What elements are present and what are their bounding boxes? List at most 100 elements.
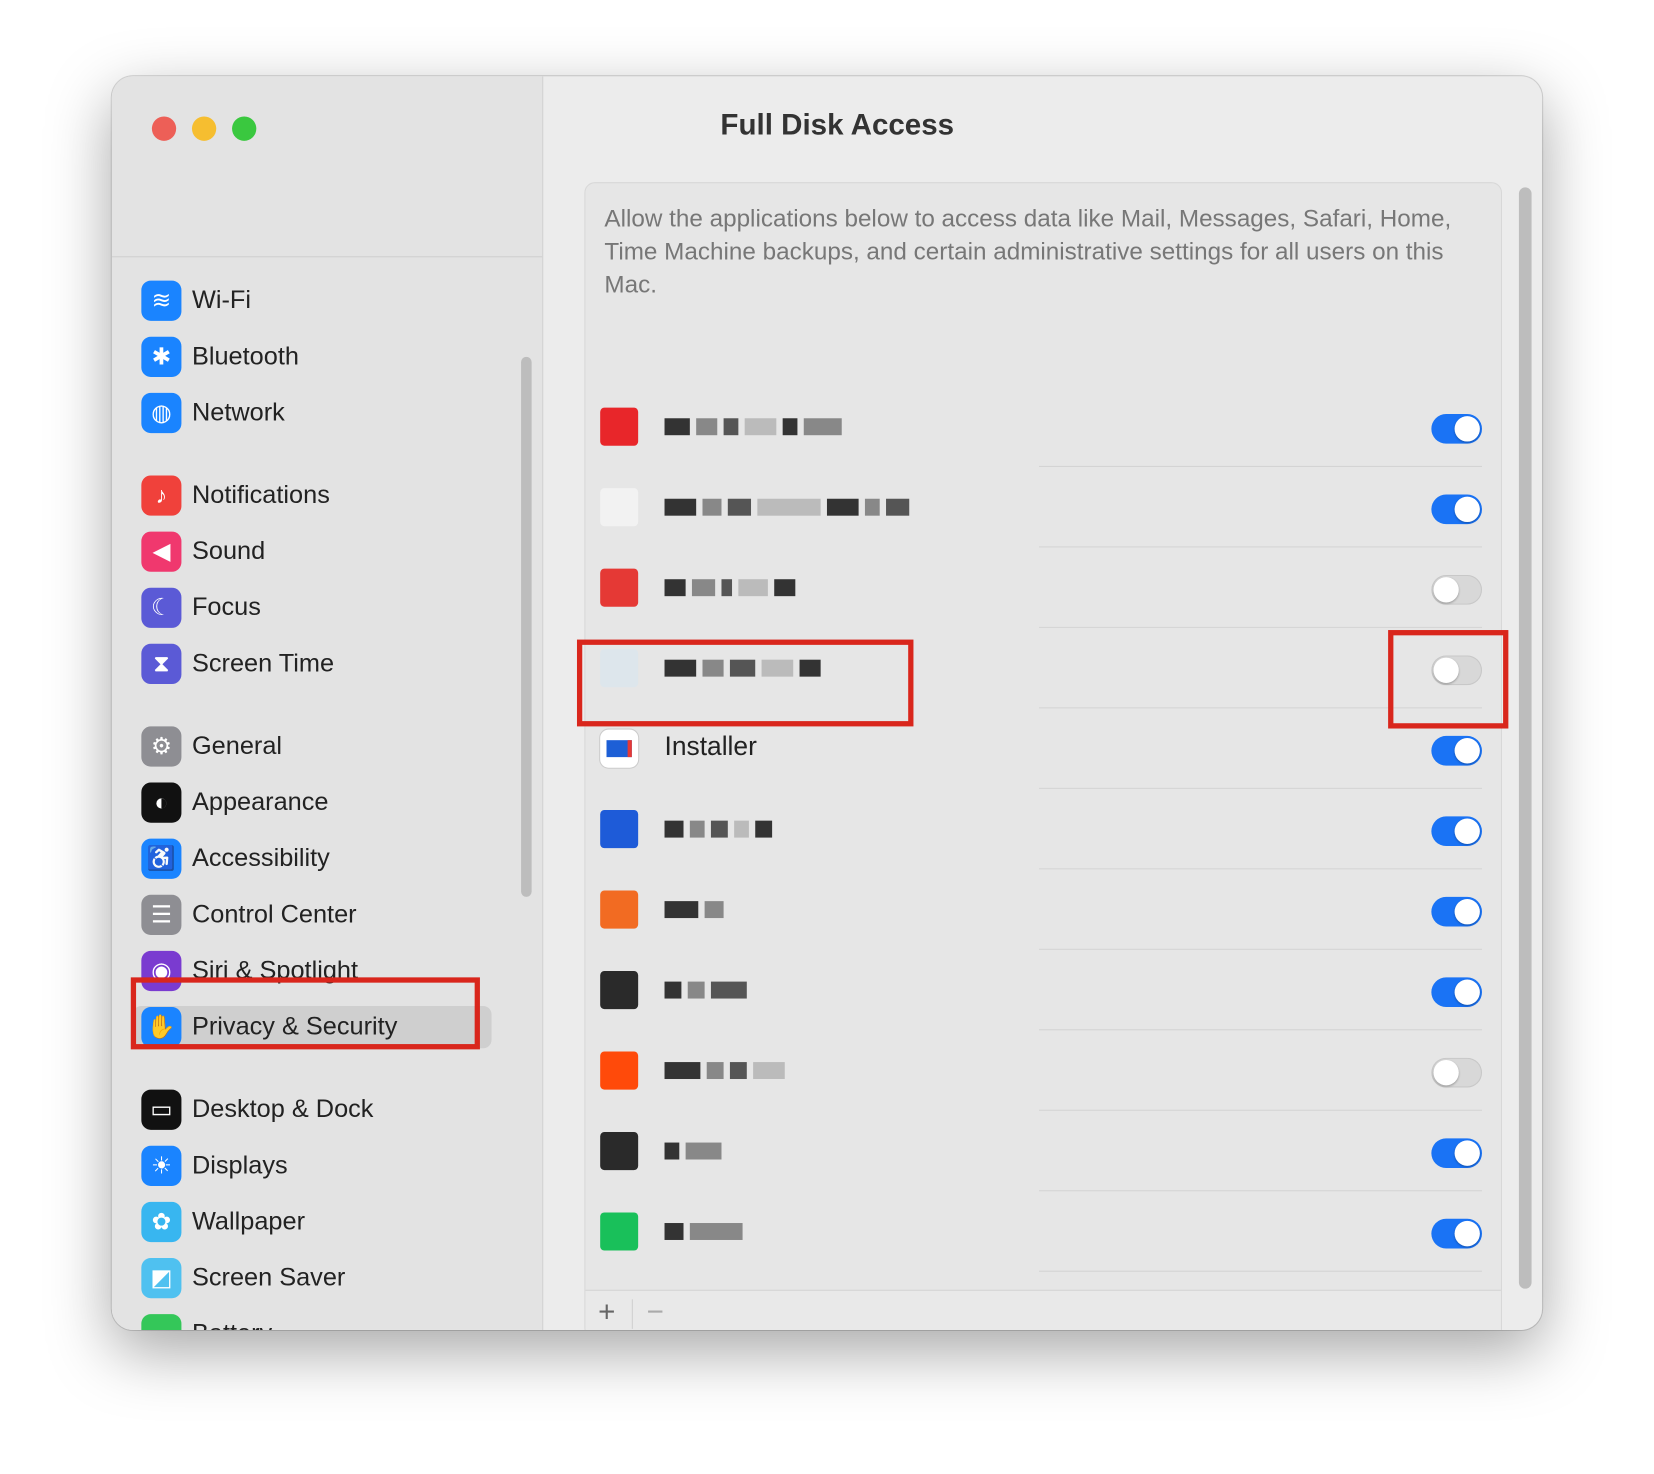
app-icon — [600, 407, 639, 446]
app-row — [585, 1191, 1501, 1272]
toggle-knob — [1454, 899, 1480, 925]
traffic-lights — [151, 116, 257, 141]
full-disk-access-list: Allow the applications below to access d… — [584, 182, 1503, 1330]
bluetooth-icon: ✱ — [141, 336, 182, 377]
sidebar-item-wallpaper[interactable]: ✿ Wallpaper — [141, 1201, 305, 1243]
toggle-knob — [1454, 818, 1480, 844]
sidebar-item-label: Network — [191, 398, 285, 427]
close-button[interactable] — [151, 116, 177, 141]
blurred-app-name — [664, 1062, 785, 1080]
app-row — [585, 789, 1501, 870]
wifi-icon: ≋ — [141, 280, 182, 321]
sidebar-item-label: Screen Saver — [191, 1263, 346, 1292]
sidebar-item-control-center[interactable]: ☰ Control Center — [141, 894, 357, 936]
sidebar: ≋ Wi-Fi ✱ Bluetooth ◍ Network ♪ Notifications ◀ S… — [111, 76, 544, 1330]
list-footer: + − — [585, 1289, 1501, 1330]
app-icon — [600, 1051, 639, 1090]
zoom-button[interactable] — [232, 116, 257, 141]
access-toggle[interactable] — [1431, 1138, 1482, 1168]
toggle-knob — [1454, 1140, 1480, 1166]
blurred-app-name — [664, 579, 796, 597]
blurred-app-name — [664, 498, 910, 516]
toggle-knob — [1454, 496, 1480, 523]
access-toggle[interactable] — [1431, 414, 1482, 444]
app-icon — [600, 488, 639, 527]
moon-icon: ☾ — [141, 587, 182, 628]
sidebar-item-label: Displays — [191, 1151, 288, 1180]
bell-icon: ♪ — [141, 475, 182, 516]
sidebar-item-bluetooth[interactable]: ✱ Bluetooth — [141, 336, 299, 378]
blurred-app-name — [664, 418, 842, 436]
access-toggle[interactable] — [1431, 494, 1482, 525]
blurred-app-name — [664, 820, 773, 838]
sidebar-item-wi-fi[interactable]: ≋ Wi-Fi — [141, 280, 251, 322]
globe-icon: ◍ — [141, 392, 182, 434]
blurred-app-name — [664, 981, 747, 999]
sidebar-item-desktop-dock[interactable]: ▭ Desktop & Dock — [141, 1089, 373, 1131]
page-title: Full Disk Access — [720, 108, 955, 141]
sidebar-item-label: Desktop & Dock — [191, 1094, 374, 1124]
remove-app-button[interactable]: − — [647, 1295, 664, 1329]
sidebar-scrollbar[interactable] — [521, 356, 532, 897]
access-toggle[interactable] — [1431, 896, 1482, 927]
sidebar-item-screen-saver[interactable]: ◩ Screen Saver — [141, 1257, 345, 1299]
gear-icon: ⚙ — [141, 726, 182, 767]
access-toggle[interactable] — [1431, 1218, 1482, 1249]
app-row — [585, 547, 1501, 628]
sidebar-item-label: Screen Time — [191, 649, 335, 678]
installer-icon — [600, 729, 639, 768]
app-name: Installer — [664, 731, 757, 762]
appearance-icon: ◐ — [141, 782, 182, 823]
app-row — [585, 950, 1501, 1031]
sidebar-item-battery[interactable]: ▬ Battery — [141, 1313, 272, 1330]
app-icon — [600, 1212, 639, 1251]
sidebar-item-label: Notifications — [191, 480, 330, 510]
sidebar-item-notifications[interactable]: ♪ Notifications — [141, 474, 330, 516]
battery-icon: ▬ — [141, 1314, 182, 1330]
blurred-app-name — [664, 1142, 722, 1160]
system-settings-window: ≋ Wi-Fi ✱ Bluetooth ◍ Network ♪ Notifications ◀ S… — [111, 76, 1543, 1330]
sidebar-item-accessibility[interactable]: ♿ Accessibility — [141, 838, 330, 880]
accessibility-icon: ♿ — [141, 838, 182, 879]
main-scrollbar[interactable] — [1518, 187, 1532, 1289]
app-row — [585, 1030, 1501, 1111]
privacy-highlight-box — [130, 977, 480, 1050]
sidebar-item-focus[interactable]: ☾ Focus — [141, 587, 261, 629]
sidebar-item-label: Battery — [192, 1319, 272, 1330]
sidebar-item-general[interactable]: ⚙ General — [141, 725, 282, 767]
access-toggle[interactable] — [1431, 816, 1482, 847]
hourglass-icon: ⧗ — [141, 643, 182, 685]
sidebar-item-label: Accessibility — [191, 843, 330, 873]
sidebar-item-label: Control Center — [191, 900, 357, 929]
blurred-app-name — [664, 1223, 743, 1240]
access-toggle[interactable] — [1431, 977, 1482, 1008]
minimize-button[interactable] — [191, 116, 217, 141]
access-toggle[interactable] — [1431, 574, 1482, 605]
app-icon — [600, 971, 639, 1010]
sidebar-item-label: Sound — [191, 536, 266, 566]
sidebar-divider — [111, 256, 543, 258]
speaker-icon: ◀ — [141, 531, 182, 572]
app-icon — [600, 890, 639, 929]
screensaver-icon: ◩ — [141, 1257, 182, 1299]
footer-divider — [631, 1299, 633, 1329]
app-row — [585, 467, 1501, 548]
access-toggle[interactable] — [1431, 735, 1482, 766]
access-toggle[interactable] — [1431, 1057, 1482, 1088]
sidebar-item-appearance[interactable]: ◐ Appearance — [141, 781, 329, 823]
toggle-knob — [1454, 416, 1480, 442]
app-icon — [600, 568, 639, 607]
sidebar-item-screen-time[interactable]: ⧗ Screen Time — [141, 643, 334, 685]
switches-icon: ☰ — [141, 894, 182, 936]
add-app-button[interactable]: + — [598, 1295, 615, 1329]
flower-icon: ✿ — [141, 1201, 182, 1243]
dock-icon: ▭ — [141, 1089, 182, 1130]
toggle-knob — [1454, 1220, 1480, 1247]
sidebar-item-network[interactable]: ◍ Network — [141, 392, 285, 434]
sidebar-item-sound[interactable]: ◀ Sound — [141, 531, 265, 573]
app-row — [585, 386, 1501, 467]
sidebar-item-displays[interactable]: ☀ Displays — [141, 1145, 288, 1187]
toggle-highlight-box — [1388, 630, 1509, 729]
toggle-knob — [1433, 577, 1459, 603]
sidebar-item-label: Wallpaper — [191, 1207, 306, 1236]
